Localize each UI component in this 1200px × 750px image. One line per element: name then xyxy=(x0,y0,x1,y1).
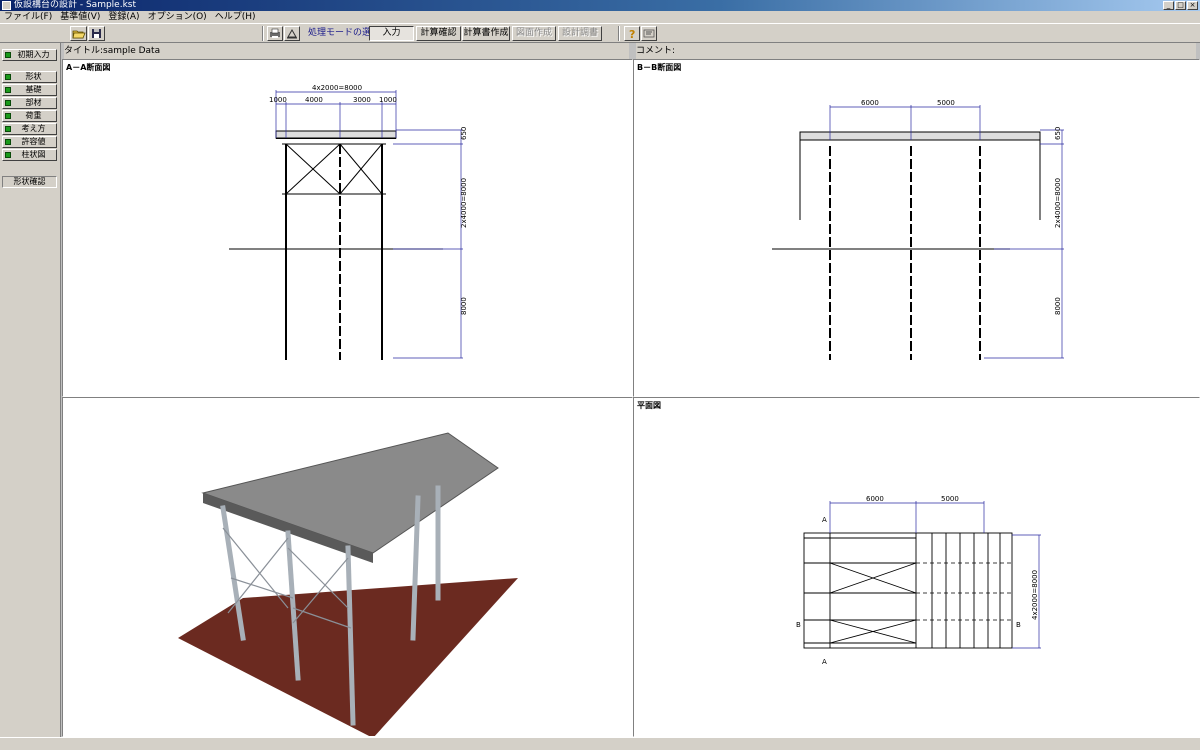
pane-plan-title: 平面図 xyxy=(637,401,661,410)
sidebar-item-shape-check[interactable]: 形状確認 xyxy=(2,176,57,188)
aa-section-drawing: 4x2000=8000 1000 4000 3000 1000 650 2x40… xyxy=(229,84,468,360)
aa-dim-d2: 4000 xyxy=(305,96,323,104)
bb-section-drawing: 6000 5000 650 2x4000=8000 8000 xyxy=(772,99,1064,360)
status-led-icon xyxy=(5,52,11,58)
title-field: タイトル:sample Data xyxy=(64,43,629,59)
bb-dim-h-top: 650 xyxy=(1054,127,1062,140)
sidebar-item-approach[interactable]: 考え方 xyxy=(2,123,57,135)
status-led-icon xyxy=(5,74,11,80)
preview-icon[interactable] xyxy=(284,26,300,41)
status-bar xyxy=(0,737,1200,750)
window-titlebar: 仮設構台の設計 - Sample.kst _ □ × xyxy=(0,0,1200,11)
pane-bb-section[interactable]: 6000 5000 650 2x4000=8000 8000 B－B断面図 xyxy=(633,59,1200,397)
plan-dim-s2: 5000 xyxy=(941,495,959,503)
toolbar-separator-2 xyxy=(618,26,620,41)
pane-aa-section[interactable]: 4x2000=8000 1000 4000 3000 1000 650 2x40… xyxy=(62,59,633,397)
sidebar: 初期入力 形状 基礎 部材 荷重 考え方 許容値 柱状図 形状確認 xyxy=(0,43,61,737)
sidebar-item-initial-input[interactable]: 初期入力 xyxy=(2,49,57,61)
sidebar-item-members[interactable]: 部材 xyxy=(2,97,57,109)
bb-dim-s1: 6000 xyxy=(861,99,879,107)
section-marker-b-right: B xyxy=(1016,621,1021,629)
status-led-icon xyxy=(5,113,11,119)
app-icon xyxy=(2,1,11,10)
sidebar-item-shape[interactable]: 形状 xyxy=(2,71,57,83)
plan-dim-s1: 6000 xyxy=(866,495,884,503)
status-led-icon xyxy=(5,139,11,145)
pane-3d-view[interactable] xyxy=(62,397,633,737)
bb-dim-h-mid: 2x4000=8000 xyxy=(1054,178,1062,228)
menu-standards[interactable]: 基準値(V) xyxy=(56,11,104,23)
mode-input-button[interactable]: 入力 xyxy=(369,26,414,41)
comment-field: コメント: xyxy=(636,43,1196,59)
menu-help[interactable]: ヘルプ(H) xyxy=(211,11,260,23)
printer-icon[interactable] xyxy=(267,26,283,41)
status-led-icon xyxy=(5,126,11,132)
plan-dim-v: 4x2000=8000 xyxy=(1031,570,1039,620)
open-icon[interactable] xyxy=(70,26,87,41)
bb-dim-h-bottom: 8000 xyxy=(1054,297,1062,315)
window-title: 仮設構台の設計 - Sample.kst xyxy=(14,0,137,10)
sidebar-item-boring-log[interactable]: 柱状図 xyxy=(2,149,57,161)
aa-dim-h-bottom: 8000 xyxy=(460,297,468,315)
aa-dim-d1: 1000 xyxy=(269,96,287,104)
mode-calc-check-button[interactable]: 計算確認 xyxy=(416,26,461,41)
pane-bb-title: B－B断面図 xyxy=(637,63,682,72)
section-marker-b-left: B xyxy=(796,621,801,629)
minimize-button[interactable]: _ xyxy=(1163,1,1174,10)
menu-file[interactable]: ファイル(F) xyxy=(0,11,56,23)
maximize-button[interactable]: □ xyxy=(1175,1,1186,10)
svg-text:?: ? xyxy=(629,28,635,40)
mode-report-button[interactable]: 計算書作成 xyxy=(462,26,510,41)
pane-plan-view[interactable]: 6000 5000 4x2000=8000 A A B B 平面図 xyxy=(633,397,1200,737)
bb-dim-s2: 5000 xyxy=(937,99,955,107)
menu-options[interactable]: オプション(O) xyxy=(144,11,211,23)
pane-aa-title: A－A断面図 xyxy=(66,63,111,72)
plan-drawing: 6000 5000 4x2000=8000 A A B B xyxy=(796,495,1041,666)
aa-dim-h-top: 650 xyxy=(460,127,468,140)
section-marker-a-top: A xyxy=(822,516,827,524)
status-led-icon xyxy=(5,100,11,106)
sidebar-item-loads[interactable]: 荷重 xyxy=(2,110,57,122)
sidebar-item-foundation[interactable]: 基礎 xyxy=(2,84,57,96)
about-icon[interactable] xyxy=(641,26,657,41)
status-led-icon xyxy=(5,152,11,158)
3d-model-view xyxy=(178,432,518,736)
toolbar-separator xyxy=(262,26,264,41)
menu-bar: ファイル(F) 基準値(V) 登録(A) オプション(O) ヘルプ(H) xyxy=(0,11,1200,23)
aa-dim-d3: 3000 xyxy=(353,96,371,104)
mode-design-sheet-button[interactable]: 設計調書 xyxy=(558,26,602,41)
aa-dim-total: 4x2000=8000 xyxy=(312,84,362,92)
sidebar-item-allowable[interactable]: 許容値 xyxy=(2,136,57,148)
aa-dim-d4: 1000 xyxy=(379,96,397,104)
toolbar: 処理モードの選択 入力 計算確認 計算書作成 図面作成 設計調書 ? xyxy=(0,23,1200,43)
section-marker-a-bottom: A xyxy=(822,658,827,666)
menu-register[interactable]: 登録(A) xyxy=(104,11,143,23)
help-icon[interactable]: ? xyxy=(624,26,640,41)
close-button[interactable]: × xyxy=(1187,1,1198,10)
mode-drawing-button[interactable]: 図面作成 xyxy=(512,26,556,41)
save-icon[interactable] xyxy=(88,26,105,41)
status-led-icon xyxy=(5,87,11,93)
aa-dim-h-mid: 2x4000=8000 xyxy=(460,178,468,228)
